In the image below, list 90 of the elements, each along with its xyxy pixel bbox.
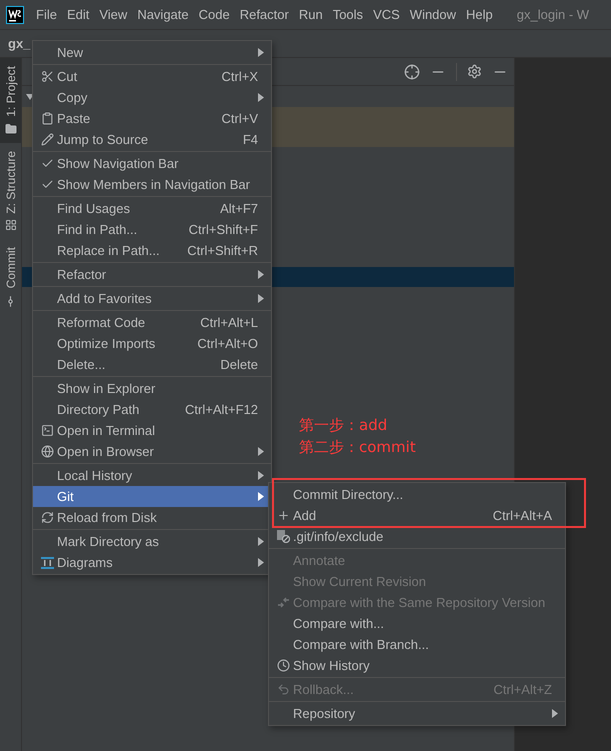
shortcut-text: Ctrl+V: [222, 111, 258, 126]
menu-item[interactable]: Replace in Path... Ctrl+Shift+R: [33, 240, 271, 261]
menu-item[interactable]: Diagrams: [33, 552, 271, 573]
shortcut-text: Ctrl+Alt+O: [197, 336, 258, 351]
shortcut-text: Ctrl+Shift+F: [188, 222, 258, 237]
menu-item[interactable]: Open in Browser: [33, 441, 271, 462]
shortcut-text: Alt+F7: [220, 201, 258, 216]
tool-window-tab[interactable]: Z: Structure: [0, 142, 21, 240]
submenu-arrow-icon: [258, 48, 264, 57]
shortcut-text: Ctrl+Alt+A: [492, 508, 552, 523]
shortcut-text: Ctrl+Shift+R: [187, 243, 258, 258]
menu-item[interactable]: Reformat Code Ctrl+Alt+L: [33, 312, 271, 333]
menu-item[interactable]: Copy: [33, 87, 271, 108]
diagram-icon: [40, 556, 54, 568]
shortcut-text: Ctrl+X: [222, 69, 258, 84]
tool-window-tab[interactable]: Commit: [0, 239, 21, 316]
pencil-icon: [40, 133, 54, 146]
menu-item[interactable]: Delete... Delete: [33, 354, 271, 375]
menu-item[interactable]: Compare with Branch...: [269, 634, 565, 655]
menu-item[interactable]: Show in Explorer: [33, 378, 271, 399]
menu-item[interactable]: .git/info/exclude: [269, 526, 565, 547]
annotation-text: 第二步：commit: [299, 437, 416, 458]
menu-item[interactable]: Open in Terminal: [33, 420, 271, 441]
tool-window-label: Z: Structure: [4, 150, 18, 214]
menu-item[interactable]: Find Usages Alt+F7: [33, 198, 271, 219]
menu-bar-item[interactable]: Run: [298, 7, 323, 22]
globe-icon: [40, 445, 54, 458]
tool-window-label: 1: Project: [4, 66, 18, 117]
menu-bar-item[interactable]: Navigate: [137, 7, 189, 22]
undo-icon: [276, 683, 290, 696]
submenu-arrow-icon: [258, 270, 264, 279]
menu-bar-item[interactable]: File: [36, 7, 57, 22]
menu-item[interactable]: Local History: [33, 465, 271, 486]
excluded-file-icon: [276, 530, 290, 543]
reload-icon: [40, 511, 54, 524]
menu-item[interactable]: Git: [33, 486, 271, 507]
shortcut-text: F4: [242, 132, 258, 147]
submenu-arrow-icon: [258, 558, 264, 567]
menu-bar-item[interactable]: Edit: [66, 7, 90, 22]
shortcut-text: Ctrl+Alt+Z: [493, 682, 552, 697]
menu-item[interactable]: Show Navigation Bar: [33, 153, 271, 174]
menu-item[interactable]: Mark Directory as: [33, 531, 271, 552]
menu-item[interactable]: Refactor: [33, 264, 271, 285]
folder-icon: [4, 122, 16, 135]
menu-bar-item[interactable]: VCS: [373, 7, 400, 22]
compare-arrows-icon: [276, 596, 290, 609]
menu-bar-item[interactable]: View: [99, 7, 128, 22]
menu-item[interactable]: New: [33, 42, 271, 63]
menu-item[interactable]: Reload from Disk: [33, 507, 271, 528]
submenu-arrow-icon: [258, 537, 264, 546]
menu-item[interactable]: Add to Favorites: [33, 288, 271, 309]
submenu-arrow-icon: [258, 492, 264, 501]
scissors-icon: [40, 70, 54, 83]
menu-bar-item[interactable]: Window: [410, 7, 456, 22]
terminal-icon: [40, 424, 54, 437]
menu-item[interactable]: Cut Ctrl+X: [33, 66, 271, 87]
menu-bar-item[interactable]: Code: [198, 7, 230, 22]
locate-icon[interactable]: [404, 64, 420, 80]
clock-icon: [276, 659, 290, 672]
menu-item[interactable]: Show History: [269, 655, 565, 676]
menu-bar-item[interactable]: Refactor: [240, 7, 289, 22]
menu-bar-item[interactable]: Help: [466, 7, 493, 22]
annotation-text: 第一步：add: [299, 415, 388, 436]
clipboard-icon: [40, 112, 54, 125]
tool-window-label: Commit: [4, 247, 18, 289]
menu-item[interactable]: Optimize Imports Ctrl+Alt+O: [33, 333, 271, 354]
menu-item[interactable]: Show Members in Navigation Bar: [33, 174, 271, 195]
shortcut-text: Ctrl+Alt+L: [200, 315, 258, 330]
menu-bar-item[interactable]: Tools: [332, 7, 364, 22]
menu-item[interactable]: Jump to Source F4: [33, 129, 271, 150]
submenu-arrow-icon: [258, 93, 264, 102]
breadcrumb-item[interactable]: gx_: [8, 36, 30, 51]
plus-icon: [276, 509, 290, 522]
submenu-arrow-icon: [258, 471, 264, 480]
menu-item[interactable]: Find in Path... Ctrl+Shift+F: [33, 219, 271, 240]
menu-item[interactable]: Commit Directory...: [269, 484, 565, 505]
submenu-arrow-icon: [258, 447, 264, 456]
shortcut-text: Ctrl+Alt+F12: [185, 402, 258, 417]
app-logo-icon: [6, 6, 24, 24]
settings-icon[interactable]: [467, 64, 482, 79]
tool-window-tab[interactable]: 1: Project: [0, 58, 21, 143]
structure-icon: [4, 219, 16, 232]
submenu-arrow-icon: [552, 709, 558, 718]
shortcut-text: Delete: [220, 357, 258, 372]
menu-item[interactable]: Compare with...: [269, 613, 565, 634]
menu-item[interactable]: Paste Ctrl+V: [33, 108, 271, 129]
window-title: gx_login - W: [516, 7, 590, 22]
submenu-arrow-icon: [258, 294, 264, 303]
menu-item[interactable]: Repository: [269, 703, 565, 724]
menu-item[interactable]: Directory Path Ctrl+Alt+F12: [33, 399, 271, 420]
